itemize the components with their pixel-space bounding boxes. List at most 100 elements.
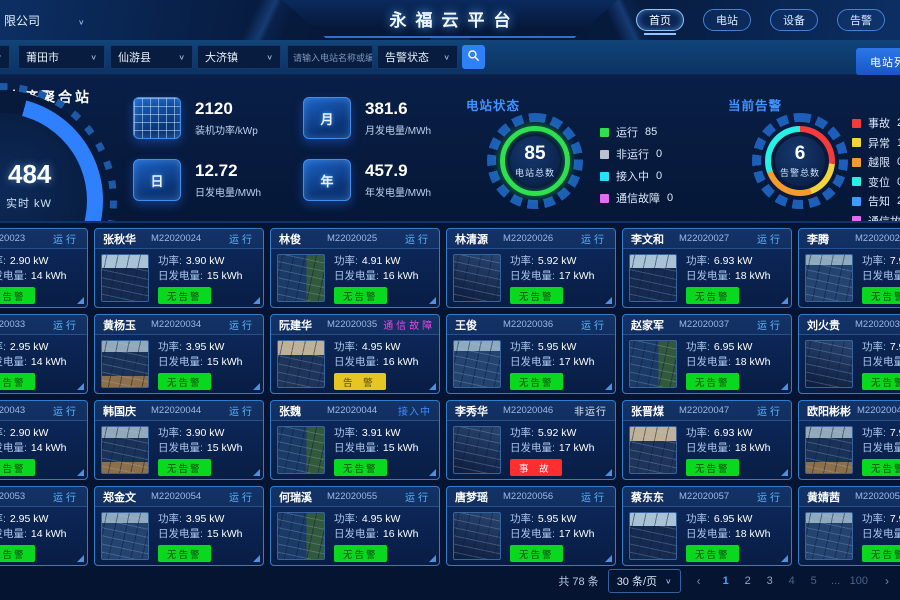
station-card-body: 功率:2.95 kW 日发电量:14 kWh 无告警 <box>0 335 87 391</box>
station-name: 王俊 <box>455 317 497 333</box>
station-card[interactable]: 张魏 M22020044 接入中 功率:3.91 kW 日发电量:15 kWh … <box>270 400 440 480</box>
page-button-2[interactable]: 2 <box>739 573 757 589</box>
page-button-3[interactable]: 3 <box>761 573 779 589</box>
station-card[interactable]: 郑金文 M22020054 运行 功率:3.95 kW 日发电量:15 kWh … <box>94 486 264 566</box>
station-id: M22020026 <box>503 233 575 244</box>
station-card[interactable]: 赵家军 M22020037 运行 功率:6.95 kW 日发电量:18 kWh … <box>622 314 792 394</box>
station-card[interactable]: 李秀华 M22020046 非运行 功率:5.92 kW 日发电量:17 kWh… <box>446 400 616 480</box>
card-corner-mark <box>605 297 612 304</box>
page-button-...[interactable]: ... <box>827 573 845 589</box>
daily-energy-label: 日发电量: <box>0 442 27 454</box>
page-size-select[interactable]: 30 条/页∨ <box>608 569 681 593</box>
daily-energy-value: 14 kWh <box>31 270 67 282</box>
station-list-button[interactable]: 电站列表 <box>856 48 900 75</box>
station-card[interactable]: M22020033 运行 功率:2.95 kW 日发电量:14 kWh 无告警 <box>0 314 88 394</box>
region-select-0[interactable]: ∨ <box>0 45 10 69</box>
region-select-2[interactable]: 仙游县∨ <box>110 45 193 69</box>
station-card[interactable]: 韩国庆 M22020044 运行 功率:3.90 kW 日发电量:15 kWh … <box>94 400 264 480</box>
station-card[interactable]: 刘火贵 M22020038 运行 功率:7.95 kW 日发电量: 无告警 <box>798 314 900 394</box>
alert-badge: 无告警 <box>0 545 35 562</box>
chevron-down-icon: ∨ <box>178 53 185 62</box>
company-select[interactable]: 限公司∨ <box>4 12 85 29</box>
alert-badge: 无告警 <box>686 373 739 390</box>
station-id: M22020037 <box>679 319 751 330</box>
alert-badge: 无告警 <box>0 459 35 476</box>
next-page-button[interactable]: › <box>878 572 896 590</box>
station-status-badge: 运行 <box>757 489 783 504</box>
station-card[interactable]: 李文和 M22020027 运行 功率:6.93 kW 日发电量:18 kWh … <box>622 228 792 308</box>
page-button-5[interactable]: 5 <box>805 573 823 589</box>
station-card-header: 张魏 M22020044 接入中 <box>271 401 439 421</box>
card-corner-mark <box>781 383 788 390</box>
power-value: 5.95 kW <box>538 341 577 353</box>
daily-energy-label: 日发电量: <box>686 528 731 540</box>
legend-swatch <box>852 197 861 206</box>
station-card[interactable]: 王俊 M22020036 运行 功率:5.95 kW 日发电量:17 kWh 无… <box>446 314 616 394</box>
day-energy-icon: 日 <box>133 159 181 201</box>
station-card[interactable]: 唐梦瑶 M22020056 运行 功率:5.95 kW 日发电量:17 kWh … <box>446 486 616 566</box>
current-alerts-legend: 事故2异常1越限0变位0告知2通信故障 <box>852 115 900 223</box>
station-card[interactable]: 林清源 M22020026 运行 功率:5.92 kW 日发电量:17 kWh … <box>446 228 616 308</box>
daily-energy-label: 日发电量: <box>158 356 203 368</box>
station-card-body: 功率:4.95 kW 日发电量:16 kWh 无告警 <box>271 507 439 563</box>
legend-swatch <box>600 194 609 203</box>
station-status-badge: 接入中 <box>398 403 431 418</box>
station-card[interactable]: 黄杨玉 M22020034 运行 功率:3.95 kW 日发电量:15 kWh … <box>94 314 264 394</box>
station-card[interactable]: 黄婧茜 M22020058 运行 功率:7.95 kW 日发电量: 无告警 <box>798 486 900 566</box>
station-photo <box>101 512 149 560</box>
daily-energy-label: 日发电量: <box>334 356 379 368</box>
power-label: 功率: <box>862 255 886 267</box>
legend-swatch <box>852 216 861 223</box>
page-button-4[interactable]: 4 <box>783 573 801 589</box>
nav-tab-2[interactable]: 设备 <box>770 9 818 31</box>
power-value: 2.95 kW <box>10 341 49 353</box>
station-card[interactable]: 张秋华 M22020024 运行 功率:3.90 kW 日发电量:15 kWh … <box>94 228 264 308</box>
station-name: 唐梦瑶 <box>455 489 497 505</box>
alert-badge: 无告警 <box>862 545 900 562</box>
legend-label: 运行 <box>616 124 638 140</box>
station-card-header: 王俊 M22020036 运行 <box>447 315 615 335</box>
station-card[interactable]: 林俊 M22020025 运行 功率:4.91 kW 日发电量:16 kWh 无… <box>270 228 440 308</box>
station-card[interactable]: 欧阳彬彬 M22020048 运行 功率:7.94 kW 日发电量: 无告警 <box>798 400 900 480</box>
search-button[interactable] <box>462 45 485 69</box>
station-name: 黄婧茜 <box>807 489 849 505</box>
station-card-body: 功率:7.94 kW 日发电量: 无告警 <box>799 249 900 305</box>
station-status-badge: 运行 <box>229 317 255 332</box>
station-card-body: 功率:4.95 kW 日发电量:16 kWh 告 警 <box>271 335 439 391</box>
station-name: 黄杨玉 <box>103 317 145 333</box>
metric-label: 装机功率/kWp <box>195 122 258 137</box>
station-name: 蔡东东 <box>631 489 673 505</box>
station-card[interactable]: 何瑞溪 M22020055 运行 功率:4.95 kW 日发电量:16 kWh … <box>270 486 440 566</box>
page-button-100[interactable]: 100 <box>849 573 869 589</box>
daily-energy-value: 16 kWh <box>383 270 419 282</box>
page-button-1[interactable]: 1 <box>717 573 735 589</box>
station-search-input[interactable]: 请输入电站名称或编号 <box>287 45 373 69</box>
region-select-3[interactable]: 大济镇∨ <box>197 45 281 69</box>
alert-legend-item-4: 告知2 <box>852 193 900 209</box>
station-card[interactable]: 张晋煤 M22020047 运行 功率:6.93 kW 日发电量:18 kWh … <box>622 400 792 480</box>
station-card[interactable]: 李腾 M22020028 运行 功率:7.94 kW 日发电量: 无告警 <box>798 228 900 308</box>
alert-status-select[interactable]: 告警状态∨ <box>377 45 458 69</box>
station-card-header: 刘火贵 M22020038 运行 <box>799 315 900 335</box>
nav-tab-3[interactable]: 告警 <box>837 9 885 31</box>
station-name: 李腾 <box>807 231 849 247</box>
station-name: 韩国庆 <box>103 403 145 419</box>
nav-tab-1[interactable]: 电站 <box>703 9 751 31</box>
legend-label: 通信故障 <box>868 213 900 224</box>
station-id: M22020055 <box>327 491 399 502</box>
station-card[interactable]: M22020053 运行 功率:2.95 kW 日发电量:14 kWh 无告警 <box>0 486 88 566</box>
power-value: 2.90 kW <box>10 427 49 439</box>
station-card[interactable]: 蔡东东 M22020057 运行 功率:6.95 kW 日发电量:18 kWh … <box>622 486 792 566</box>
station-card[interactable]: 阮建华 M22020035 通信故障 功率:4.95 kW 日发电量:16 kW… <box>270 314 440 394</box>
nav-tab-0[interactable]: 首页 <box>636 9 684 31</box>
region-select-1[interactable]: 莆田市∨ <box>18 45 105 69</box>
alert-badge: 无告警 <box>862 287 900 304</box>
station-card[interactable]: M22020023 运行 功率:2.90 kW 日发电量:14 kWh 无告警 <box>0 228 88 308</box>
power-value: 6.95 kW <box>714 513 753 525</box>
prev-page-button[interactable]: ‹ <box>690 572 708 590</box>
station-card[interactable]: M22020043 运行 功率:2.90 kW 日发电量:14 kWh 无告警 <box>0 400 88 480</box>
station-id: M22020048 <box>857 405 900 416</box>
station-photo <box>277 512 325 560</box>
power-label: 功率: <box>158 513 182 525</box>
station-photo <box>277 254 325 302</box>
